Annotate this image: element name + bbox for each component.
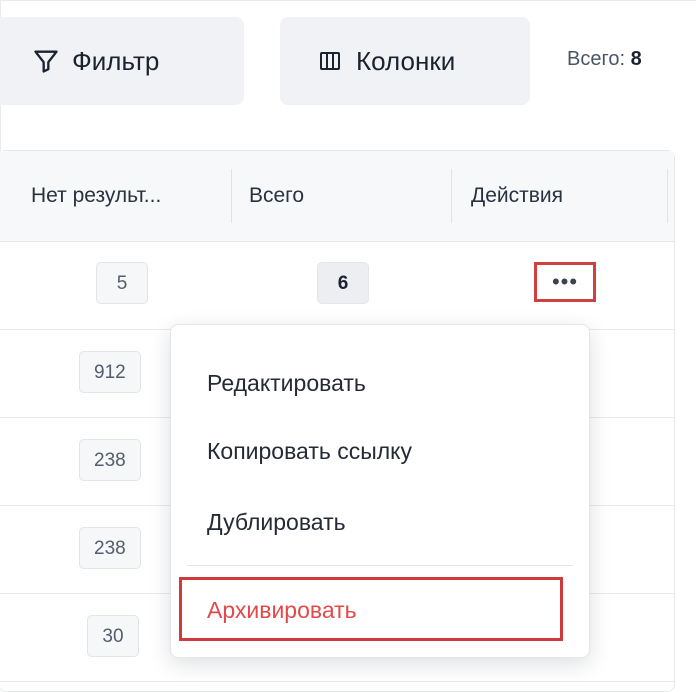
table-header: Нет результ... Всего Действия xyxy=(0,151,674,242)
menu-divider xyxy=(187,565,573,566)
menu-item-archive-label: Архивировать xyxy=(207,597,357,623)
filter-button-label: Фильтр xyxy=(72,45,160,76)
menu-item-archive[interactable]: Архивировать xyxy=(179,577,563,641)
menu-item-edit[interactable]: Редактировать xyxy=(207,370,366,397)
menu-item-copy-link[interactable]: Копировать ссылку xyxy=(207,438,412,465)
no-result-count: 30 xyxy=(87,615,139,657)
more-horizontal-icon: ••• xyxy=(551,269,579,294)
columns-icon xyxy=(316,47,344,75)
column-header-actions[interactable]: Действия xyxy=(471,151,661,241)
no-result-count: 912 xyxy=(79,351,141,393)
total-value: 8 xyxy=(630,48,642,70)
total-count: Всего: 8 xyxy=(567,48,642,71)
column-divider[interactable] xyxy=(451,169,452,223)
column-divider[interactable] xyxy=(231,169,232,223)
columns-button[interactable]: Колонки xyxy=(280,17,530,105)
column-header-total[interactable]: Всего xyxy=(249,151,449,241)
filter-funnel-icon xyxy=(32,47,60,75)
no-result-count: 238 xyxy=(79,439,141,481)
row-actions-more-button[interactable]: ••• xyxy=(534,262,596,302)
columns-button-label: Колонки xyxy=(356,45,456,76)
column-divider[interactable] xyxy=(667,169,668,223)
no-result-count: 238 xyxy=(79,527,141,569)
filter-button[interactable]: Фильтр xyxy=(0,17,244,105)
total-count-cell: 6 xyxy=(317,262,369,304)
actions-context-menu: Редактировать Копировать ссылку Дублиров… xyxy=(170,324,590,658)
toolbar: Фильтр Колонки Всего: 8 xyxy=(0,0,696,118)
column-header-no-result[interactable]: Нет результ... xyxy=(31,151,231,241)
menu-item-duplicate[interactable]: Дублировать xyxy=(207,509,346,536)
total-label: Всего: xyxy=(567,48,625,70)
no-result-count: 5 xyxy=(96,262,148,304)
